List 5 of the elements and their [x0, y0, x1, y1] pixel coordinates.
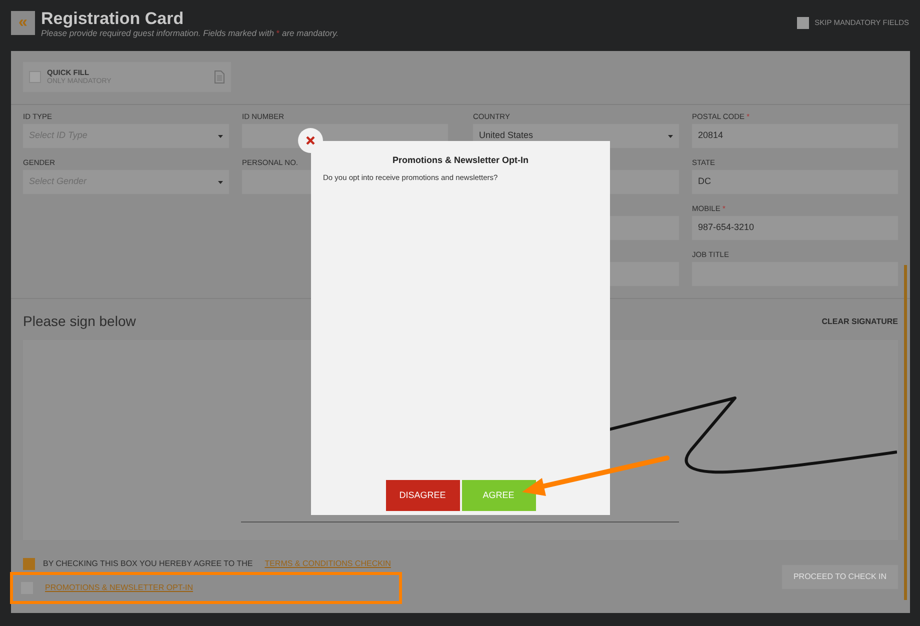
consent-text: BY CHECKING THIS BOX YOU HEREBY AGREE TO THE [43, 558, 253, 570]
subtitle: Please provide required guest information. Fields marked with * are mandatory. [41, 28, 339, 40]
modal-title: Promotions & Newsletter Opt-In [391, 154, 530, 167]
signature-heading: Please sign below [23, 312, 136, 331]
page-title: Registration Card [41, 11, 185, 27]
